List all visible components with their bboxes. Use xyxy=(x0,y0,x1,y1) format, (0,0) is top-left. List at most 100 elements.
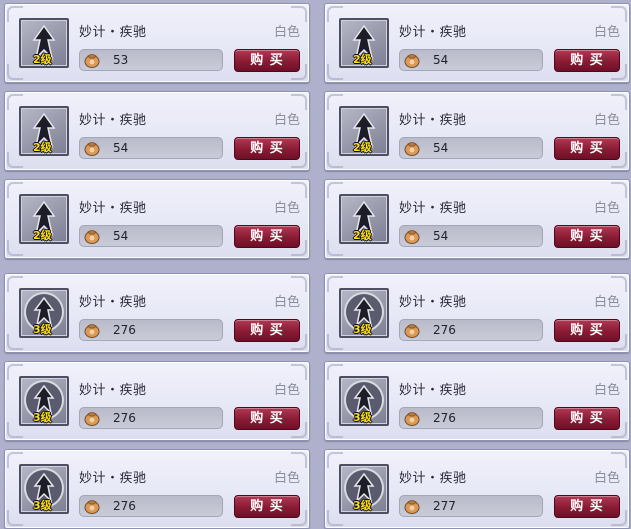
money-pouch-icon xyxy=(84,230,100,244)
price-field: 276 xyxy=(399,319,543,341)
shop-item-card: 2级 妙计・疾驰 白色 54 购 买 xyxy=(324,91,630,171)
shop-item-card: 2级 妙计・疾驰 白色 54 购 买 xyxy=(324,179,630,259)
price-field: 54 xyxy=(399,225,543,247)
price-field: 277 xyxy=(399,495,543,517)
speed-tactic-icon[interactable]: 2级 xyxy=(19,194,69,244)
buy-button[interactable]: 购 买 xyxy=(554,225,620,248)
money-pouch-icon xyxy=(84,54,100,68)
item-quality: 白色 xyxy=(273,471,300,486)
item-price: 276 xyxy=(113,411,136,425)
item-name: 妙计・疾驰 xyxy=(399,113,467,128)
item-quality: 白色 xyxy=(593,113,620,128)
money-pouch-icon xyxy=(404,54,420,68)
item-name: 妙计・疾驰 xyxy=(399,295,467,310)
shop-item-card: 3级 妙计・疾驰 白色 276 购 买 xyxy=(4,273,310,353)
item-price: 277 xyxy=(433,499,456,513)
item-quality: 白色 xyxy=(593,295,620,310)
buy-button[interactable]: 购 买 xyxy=(234,319,300,342)
item-name: 妙计・疾驰 xyxy=(399,201,467,216)
money-pouch-icon xyxy=(404,230,420,244)
item-level: 3级 xyxy=(33,323,52,336)
money-pouch-icon xyxy=(84,142,100,156)
price-field: 276 xyxy=(79,319,223,341)
shop-item-card: 2级 妙计・疾驰 白色 54 购 买 xyxy=(4,91,310,171)
shop-item-card: 3级 妙计・疾驰 白色 276 购 买 xyxy=(4,361,310,441)
buy-button[interactable]: 购 买 xyxy=(554,137,620,160)
item-level: 3级 xyxy=(353,323,372,336)
buy-button[interactable]: 购 买 xyxy=(234,49,300,72)
item-level: 3级 xyxy=(353,411,372,424)
item-level: 2级 xyxy=(33,229,52,242)
buy-button[interactable]: 购 买 xyxy=(234,137,300,160)
item-price: 276 xyxy=(433,323,456,337)
shop-item-card: 3级 妙计・疾驰 白色 276 购 买 xyxy=(324,273,630,353)
item-quality: 白色 xyxy=(273,201,300,216)
item-level: 3级 xyxy=(33,499,52,512)
buy-button[interactable]: 购 买 xyxy=(234,495,300,518)
shop-item-card: 2级 妙计・疾驰 白色 54 购 买 xyxy=(324,3,630,83)
item-price: 276 xyxy=(433,411,456,425)
item-name: 妙计・疾驰 xyxy=(79,471,147,486)
item-level: 3级 xyxy=(33,411,52,424)
price-field: 276 xyxy=(79,407,223,429)
item-level: 2级 xyxy=(353,229,372,242)
price-field: 53 xyxy=(79,49,223,71)
item-price: 276 xyxy=(113,323,136,337)
shop-item-card: 2级 妙计・疾驰 白色 54 购 买 xyxy=(4,179,310,259)
item-quality: 白色 xyxy=(273,295,300,310)
money-pouch-icon xyxy=(404,500,420,514)
item-level: 3级 xyxy=(353,499,372,512)
item-name: 妙计・疾驰 xyxy=(399,25,467,40)
item-level: 2级 xyxy=(353,53,372,66)
item-price: 54 xyxy=(433,229,449,243)
price-field: 54 xyxy=(399,49,543,71)
shop-item-grid: 2级 妙计・疾驰 白色 53 购 买 2级 妙计・疾驰 白色 54 购 买 2级… xyxy=(0,0,631,529)
speed-tactic-icon[interactable]: 2级 xyxy=(339,18,389,68)
buy-button[interactable]: 购 买 xyxy=(554,49,620,72)
price-field: 54 xyxy=(399,137,543,159)
item-price: 54 xyxy=(433,53,449,67)
money-pouch-icon xyxy=(84,412,100,426)
item-name: 妙计・疾驰 xyxy=(79,383,147,398)
item-name: 妙计・疾驰 xyxy=(79,25,147,40)
speed-tactic-icon[interactable]: 3级 xyxy=(19,376,69,426)
buy-button[interactable]: 购 买 xyxy=(234,225,300,248)
price-field: 276 xyxy=(79,495,223,517)
buy-button[interactable]: 购 买 xyxy=(554,407,620,430)
item-quality: 白色 xyxy=(273,113,300,128)
speed-tactic-icon[interactable]: 3级 xyxy=(19,288,69,338)
item-price: 53 xyxy=(113,53,129,67)
speed-tactic-icon[interactable]: 3级 xyxy=(339,288,389,338)
money-pouch-icon xyxy=(404,142,420,156)
money-pouch-icon xyxy=(84,500,100,514)
speed-tactic-icon[interactable]: 3级 xyxy=(339,464,389,514)
item-price: 276 xyxy=(113,499,136,513)
speed-tactic-icon[interactable]: 2级 xyxy=(339,194,389,244)
item-quality: 白色 xyxy=(593,201,620,216)
item-quality: 白色 xyxy=(593,25,620,40)
item-name: 妙计・疾驰 xyxy=(79,201,147,216)
shop-item-card: 3级 妙计・疾驰 白色 276 购 买 xyxy=(324,361,630,441)
speed-tactic-icon[interactable]: 2级 xyxy=(339,106,389,156)
price-field: 276 xyxy=(399,407,543,429)
item-level: 2级 xyxy=(353,141,372,154)
item-price: 54 xyxy=(113,141,129,155)
item-name: 妙计・疾驰 xyxy=(399,383,467,398)
money-pouch-icon xyxy=(84,324,100,338)
price-field: 54 xyxy=(79,137,223,159)
item-quality: 白色 xyxy=(593,383,620,398)
buy-button[interactable]: 购 买 xyxy=(554,319,620,342)
money-pouch-icon xyxy=(404,412,420,426)
speed-tactic-icon[interactable]: 3级 xyxy=(19,464,69,514)
speed-tactic-icon[interactable]: 2级 xyxy=(19,18,69,68)
buy-button[interactable]: 购 买 xyxy=(554,495,620,518)
item-name: 妙计・疾驰 xyxy=(399,471,467,486)
item-quality: 白色 xyxy=(273,383,300,398)
item-quality: 白色 xyxy=(273,25,300,40)
item-name: 妙计・疾驰 xyxy=(79,113,147,128)
speed-tactic-icon[interactable]: 2级 xyxy=(19,106,69,156)
speed-tactic-icon[interactable]: 3级 xyxy=(339,376,389,426)
money-pouch-icon xyxy=(404,324,420,338)
buy-button[interactable]: 购 买 xyxy=(234,407,300,430)
item-quality: 白色 xyxy=(593,471,620,486)
